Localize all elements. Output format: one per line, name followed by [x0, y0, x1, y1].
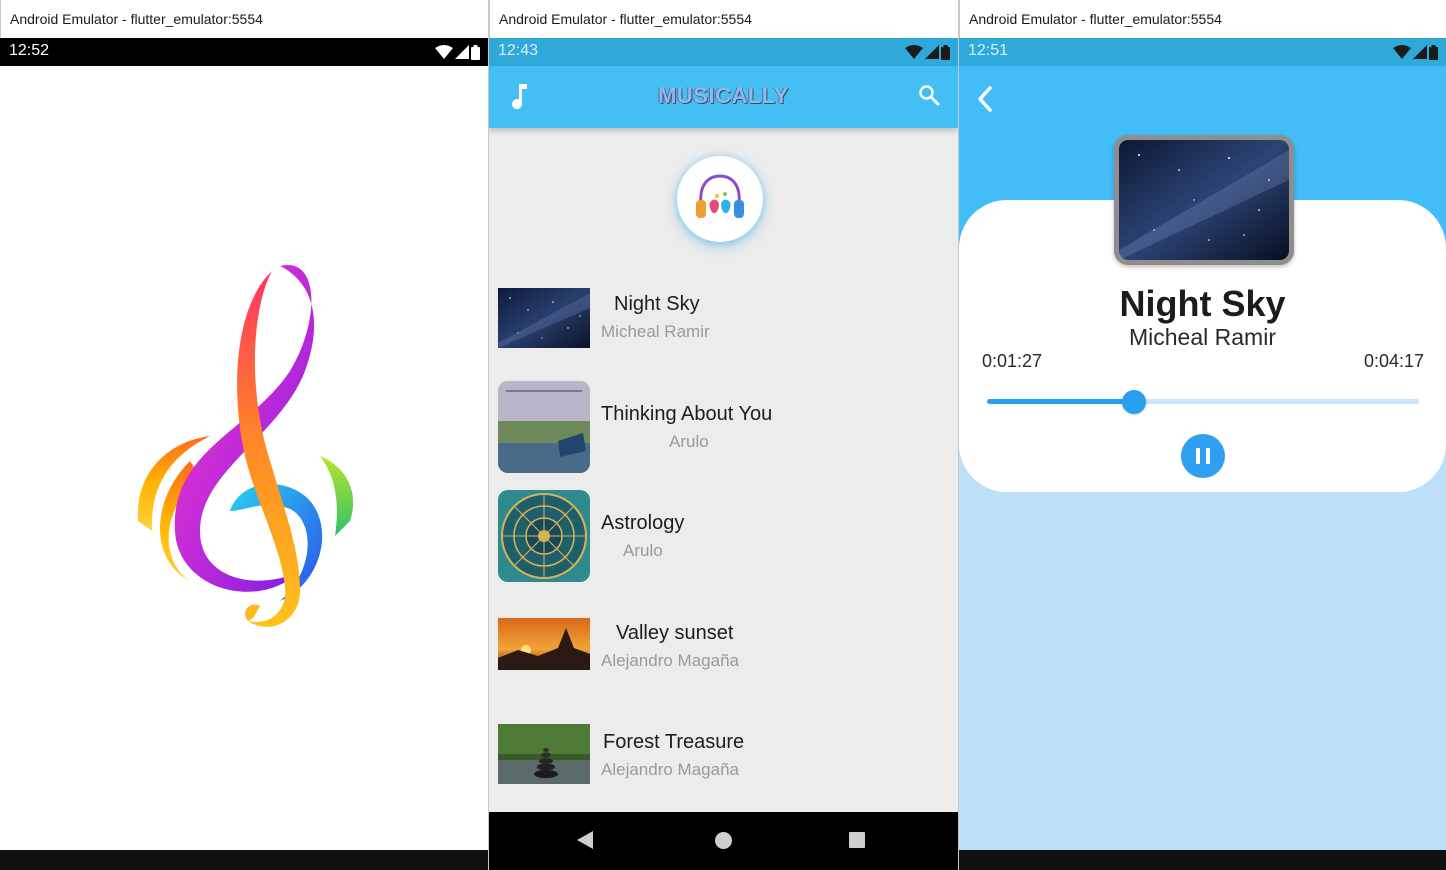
treble-clef-logo — [137, 264, 354, 627]
song-title: Thinking About You — [601, 403, 773, 425]
slider-thumb[interactable] — [1121, 390, 1146, 414]
list-item[interactable]: Forest Treasure Alejandro Magaña — [489, 713, 958, 805]
list-item[interactable]: Astrology Arulo — [489, 490, 958, 582]
status-bar: 12:43 — [489, 38, 958, 66]
status-icons — [435, 44, 480, 60]
list-item[interactable]: Night Sky Micheal Ramir — [489, 276, 958, 368]
song-artist: Alejandro Magaña — [601, 760, 739, 779]
song-list: Night Sky Micheal Ramir Thinking About Y… — [489, 128, 958, 812]
navigation-bar — [0, 850, 488, 870]
song-thumbnail-astrology — [498, 490, 590, 582]
emulator-window-splash: Android Emulator - flutter_emulator:5554… — [0, 0, 489, 870]
song-title: Night Sky — [614, 293, 700, 315]
song-thumbnail-valley-sunset — [498, 618, 590, 670]
window-title: Android Emulator - flutter_emulator:5554 — [489, 0, 958, 38]
total-time: 0:04:17 — [1363, 351, 1424, 371]
wifi-icon — [905, 45, 923, 59]
status-icons — [905, 44, 950, 60]
battery-icon — [1429, 44, 1438, 60]
window-title: Android Emulator - flutter_emulator:5554 — [0, 0, 488, 38]
window-title: Android Emulator - flutter_emulator:5554 — [959, 0, 1446, 38]
now-playing-title: Night Sky — [1119, 283, 1286, 324]
player-screen: Night Sky Micheal Ramir 0:01:27 0:04:17 — [959, 66, 1446, 850]
song-title: Forest Treasure — [603, 731, 745, 753]
search-icon[interactable] — [918, 84, 940, 106]
status-bar: 12:52 — [0, 38, 488, 66]
nav-recents-button[interactable] — [849, 832, 865, 848]
back-arrow-icon[interactable] — [974, 85, 996, 113]
song-thumbnail-night-sky — [498, 288, 590, 348]
headphones-logo — [677, 156, 763, 242]
album-art — [1114, 135, 1294, 265]
navigation-bar — [959, 850, 1446, 870]
seek-slider[interactable] — [987, 390, 1419, 414]
song-artist: Micheal Ramir — [601, 322, 710, 341]
battery-icon — [941, 44, 950, 60]
status-time: 12:52 — [9, 42, 50, 59]
status-bar: 12:51 — [959, 38, 1446, 66]
desktop: Android Emulator - flutter_emulator:5554… — [0, 0, 1446, 870]
app-title: MUSICALLY — [658, 83, 789, 108]
song-thumbnail-thinking-about-you — [498, 381, 590, 473]
status-icons — [1393, 44, 1438, 60]
elapsed-time: 0:01:27 — [982, 351, 1043, 371]
song-artist: Alejandro Magaña — [601, 651, 739, 670]
song-thumbnail-forest-treasure — [498, 724, 590, 784]
navigation-bar — [489, 812, 958, 870]
song-title: Astrology — [601, 512, 685, 534]
wifi-icon — [435, 45, 453, 59]
nav-home-button[interactable] — [715, 832, 732, 849]
list-item[interactable]: Thinking About You Arulo — [489, 381, 958, 473]
battery-icon — [471, 44, 480, 60]
status-time: 12:43 — [498, 42, 539, 59]
signal-icon — [455, 45, 469, 59]
emulator-window-song-list: Android Emulator - flutter_emulator:5554… — [489, 0, 959, 870]
song-artist: Arulo — [623, 541, 663, 560]
pause-button[interactable] — [1181, 434, 1225, 478]
app-bar: MUSICALLY — [489, 66, 958, 128]
signal-icon — [1413, 45, 1427, 59]
wifi-icon — [1393, 45, 1411, 59]
nav-back-button[interactable] — [577, 831, 593, 849]
signal-icon — [925, 45, 939, 59]
song-artist: Arulo — [669, 432, 709, 451]
splash-screen — [0, 66, 488, 850]
list-item[interactable]: Valley sunset Alejandro Magaña — [489, 604, 958, 696]
now-playing-artist: Micheal Ramir — [1129, 324, 1276, 350]
status-time: 12:51 — [968, 42, 1009, 59]
song-title: Valley sunset — [616, 622, 734, 644]
slider-progress — [987, 399, 1134, 404]
emulator-window-player: Android Emulator - flutter_emulator:5554… — [959, 0, 1446, 870]
